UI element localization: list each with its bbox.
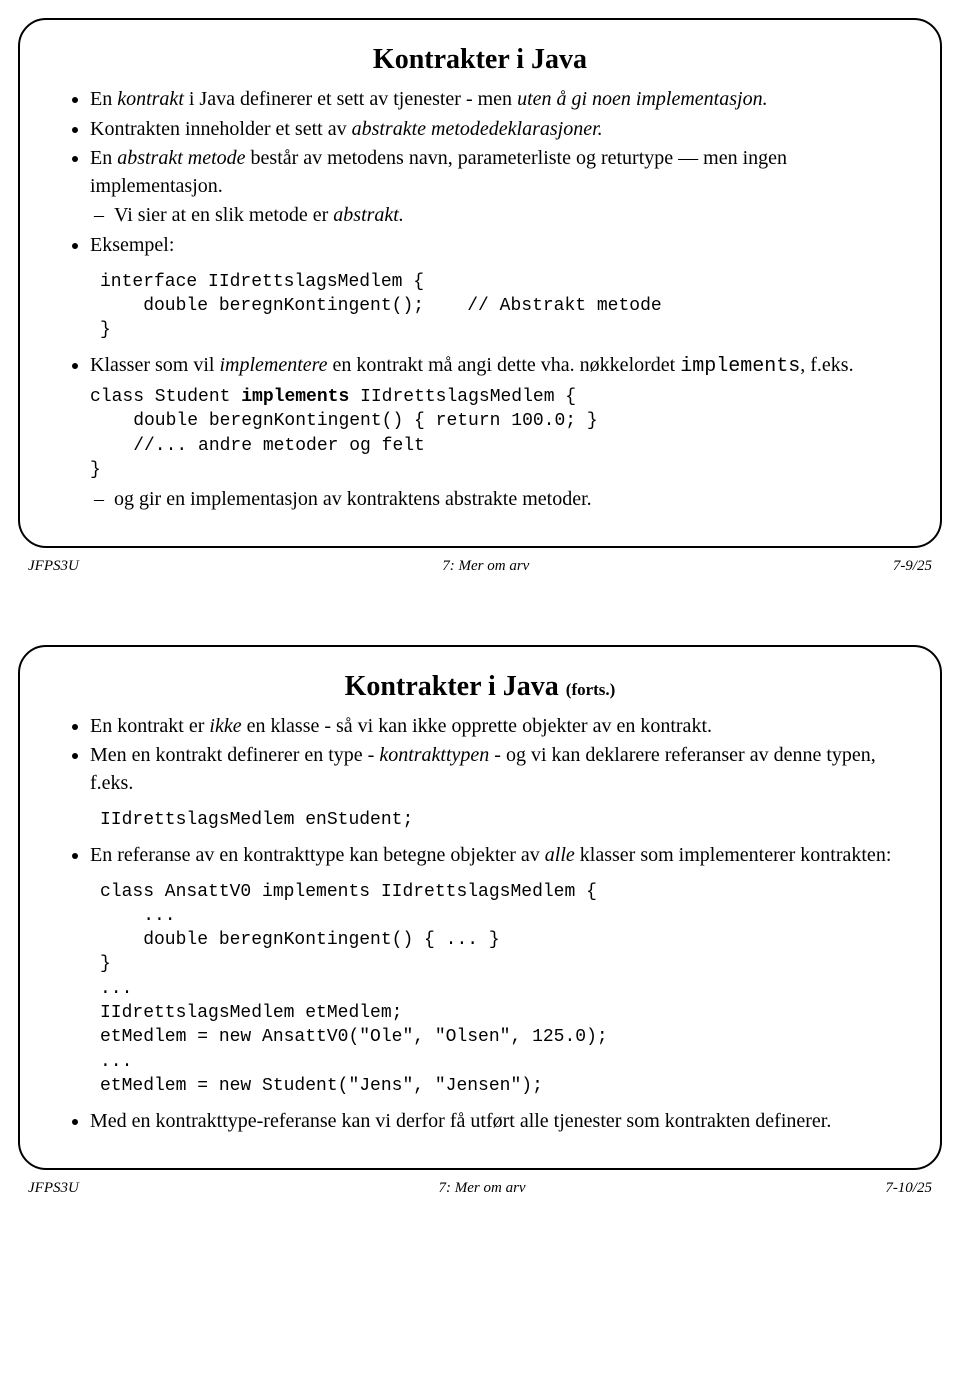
text: Men en kontrakt definerer en type - xyxy=(90,744,379,766)
code-block-2: class AnsattV0 implements IIdrettslagsMe… xyxy=(100,880,900,1099)
code-block-1: interface IIdrettslagsMedlem { double be… xyxy=(100,270,900,343)
page-gap xyxy=(0,587,960,627)
bullet-4: Med en kontrakttype-referanse kan vi der… xyxy=(90,1108,900,1136)
slide-1: Kontrakter i Java En kontrakt i Java def… xyxy=(0,0,960,587)
text-italic: abstrakte metodedeklarasjoner. xyxy=(352,118,603,140)
text-italic: ikke xyxy=(209,715,241,737)
text-italic: abstrakt metode xyxy=(117,147,245,169)
slide-2-card: Kontrakter i Java (forts.) En kontrakt e… xyxy=(18,645,942,1170)
slide-2-title: Kontrakter i Java (forts.) xyxy=(60,671,900,703)
text: En xyxy=(90,88,117,110)
slide-1-list-2: Klasser som vil implementere en kontrakt… xyxy=(60,352,900,513)
text: En kontrakt er xyxy=(90,715,209,737)
text: Kontrakten inneholder et sett av xyxy=(90,118,352,140)
bullet-1: En kontrakt er ikke en klasse - så vi ka… xyxy=(90,713,900,741)
text: Klasser som vil xyxy=(90,354,219,376)
text-italic: uten å gi noen implementasjon. xyxy=(517,88,768,110)
sub-list-2: og gir en implementasjon av kontraktens … xyxy=(90,486,900,514)
text: i Java definerer et sett av tjenester - … xyxy=(184,88,517,110)
code-block-2: class Student implements IIdrettslagsMed… xyxy=(90,385,900,482)
text-italic: abstrakt. xyxy=(333,204,404,226)
text-mono: implements xyxy=(680,355,800,378)
slide-1-title: Kontrakter i Java xyxy=(60,44,900,76)
footer-right: 7-9/25 xyxy=(893,558,932,575)
code-block-1: IIdrettslagsMedlem enStudent; xyxy=(100,808,900,832)
sub-bullet-2: og gir en implementasjon av kontraktens … xyxy=(114,486,900,514)
text-italic: kontrakttypen xyxy=(379,744,489,766)
bullet-2: Men en kontrakt definerer en type - kont… xyxy=(90,742,900,797)
text: en klasse - så vi kan ikke opprette obje… xyxy=(242,715,712,737)
footer-center: 7: Mer om arv xyxy=(439,1180,526,1197)
slide-2-list: En kontrakt er ikke en klasse - så vi ka… xyxy=(60,713,900,798)
text: , f.eks. xyxy=(800,354,853,376)
text: En referanse av en kontrakttype kan bete… xyxy=(90,844,545,866)
slide-1-card: Kontrakter i Java En kontrakt i Java def… xyxy=(18,18,942,548)
sub-list: Vi sier at en slik metode er abstrakt. xyxy=(90,202,900,230)
text: klasser som implementerer kontrakten: xyxy=(575,844,892,866)
text: class Student xyxy=(90,387,241,407)
bullet-3: En abstrakt metode består av metodens na… xyxy=(90,145,900,230)
footer-center: 7: Mer om arv xyxy=(442,558,529,575)
footer-right: 7-10/25 xyxy=(885,1180,932,1197)
text: Eksempel: xyxy=(90,234,174,256)
slide-2-list-2: En referanse av en kontrakttype kan bete… xyxy=(60,842,900,870)
text: Vi sier at en slik metode er xyxy=(114,204,333,226)
text-italic: kontrakt xyxy=(117,88,184,110)
text: En xyxy=(90,147,117,169)
sub-bullet: Vi sier at en slik metode er abstrakt. xyxy=(114,202,900,230)
slide-2: Kontrakter i Java (forts.) En kontrakt e… xyxy=(0,627,960,1209)
footer-left: JFPS3U xyxy=(28,558,79,575)
slide-2-list-3: Med en kontrakttype-referanse kan vi der… xyxy=(60,1108,900,1136)
text-italic: implementere xyxy=(219,354,327,376)
title-suffix: (forts.) xyxy=(566,680,616,699)
bullet-1: En kontrakt i Java definerer et sett av … xyxy=(90,86,900,114)
bullet-2: Kontrakten inneholder et sett av abstrak… xyxy=(90,116,900,144)
bullet-3: En referanse av en kontrakttype kan bete… xyxy=(90,842,900,870)
footer-left: JFPS3U xyxy=(28,1180,79,1197)
text-bold: implements xyxy=(241,387,349,407)
slide-1-list: En kontrakt i Java definerer et sett av … xyxy=(60,86,900,260)
title-text: Kontrakter i Java xyxy=(345,671,566,702)
text-italic: alle xyxy=(545,844,575,866)
slide-1-footer: JFPS3U 7: Mer om arv 7-9/25 xyxy=(18,548,942,581)
bullet-4: Eksempel: xyxy=(90,232,900,260)
text: en kontrakt må angi dette vha. nøkkelord… xyxy=(328,354,681,376)
slide-2-footer: JFPS3U 7: Mer om arv 7-10/25 xyxy=(18,1170,942,1203)
bullet-5: Klasser som vil implementere en kontrakt… xyxy=(90,352,900,513)
